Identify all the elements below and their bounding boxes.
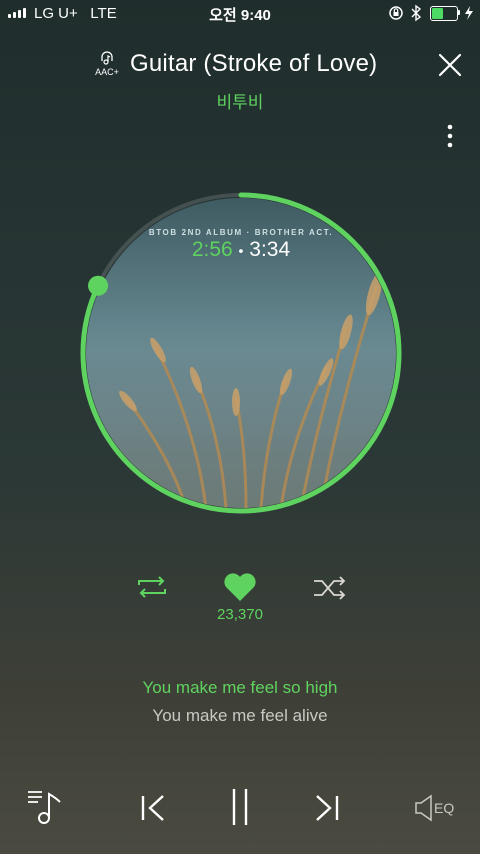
orientation-lock-icon: [389, 6, 403, 20]
charging-bolt-icon: [465, 6, 473, 20]
shuffle-icon[interactable]: [312, 576, 348, 600]
battery-icon: [430, 6, 458, 21]
progress-handle[interactable]: [88, 275, 109, 296]
lyric-next-line[interactable]: You make me feel alive: [0, 706, 480, 726]
artist-name[interactable]: 비투비: [0, 88, 480, 113]
status-clock: 오전 9:40: [209, 7, 271, 24]
format-badge-label: AAC+: [95, 67, 119, 77]
more-options-icon[interactable]: [444, 122, 456, 152]
aac-badge: AAC+: [92, 50, 122, 77]
bluetooth-icon: [411, 4, 422, 22]
repeat-icon[interactable]: [135, 575, 169, 599]
previous-track-icon[interactable]: [140, 793, 168, 823]
eq-button[interactable]: EQ: [414, 794, 462, 824]
eq-label: EQ: [434, 800, 455, 816]
like-count: 23,370: [217, 606, 263, 623]
speaker-icon: [415, 794, 432, 822]
progress-ring[interactable]: [70, 182, 412, 524]
battery-tip: [458, 10, 460, 15]
playlist-icon[interactable]: [26, 788, 66, 826]
close-icon[interactable]: [437, 52, 463, 78]
status-bar: LG U+ LTE 오전 9:40: [0, 0, 480, 26]
next-track-icon[interactable]: [312, 793, 340, 823]
heart-icon[interactable]: [222, 571, 258, 603]
headphone-note-icon: [101, 51, 113, 65]
lyric-current-line[interactable]: You make me feel so high: [0, 678, 480, 698]
pause-icon[interactable]: [226, 786, 254, 828]
battery-level: [432, 8, 443, 19]
song-title: Guitar (Stroke of Love): [130, 50, 378, 77]
